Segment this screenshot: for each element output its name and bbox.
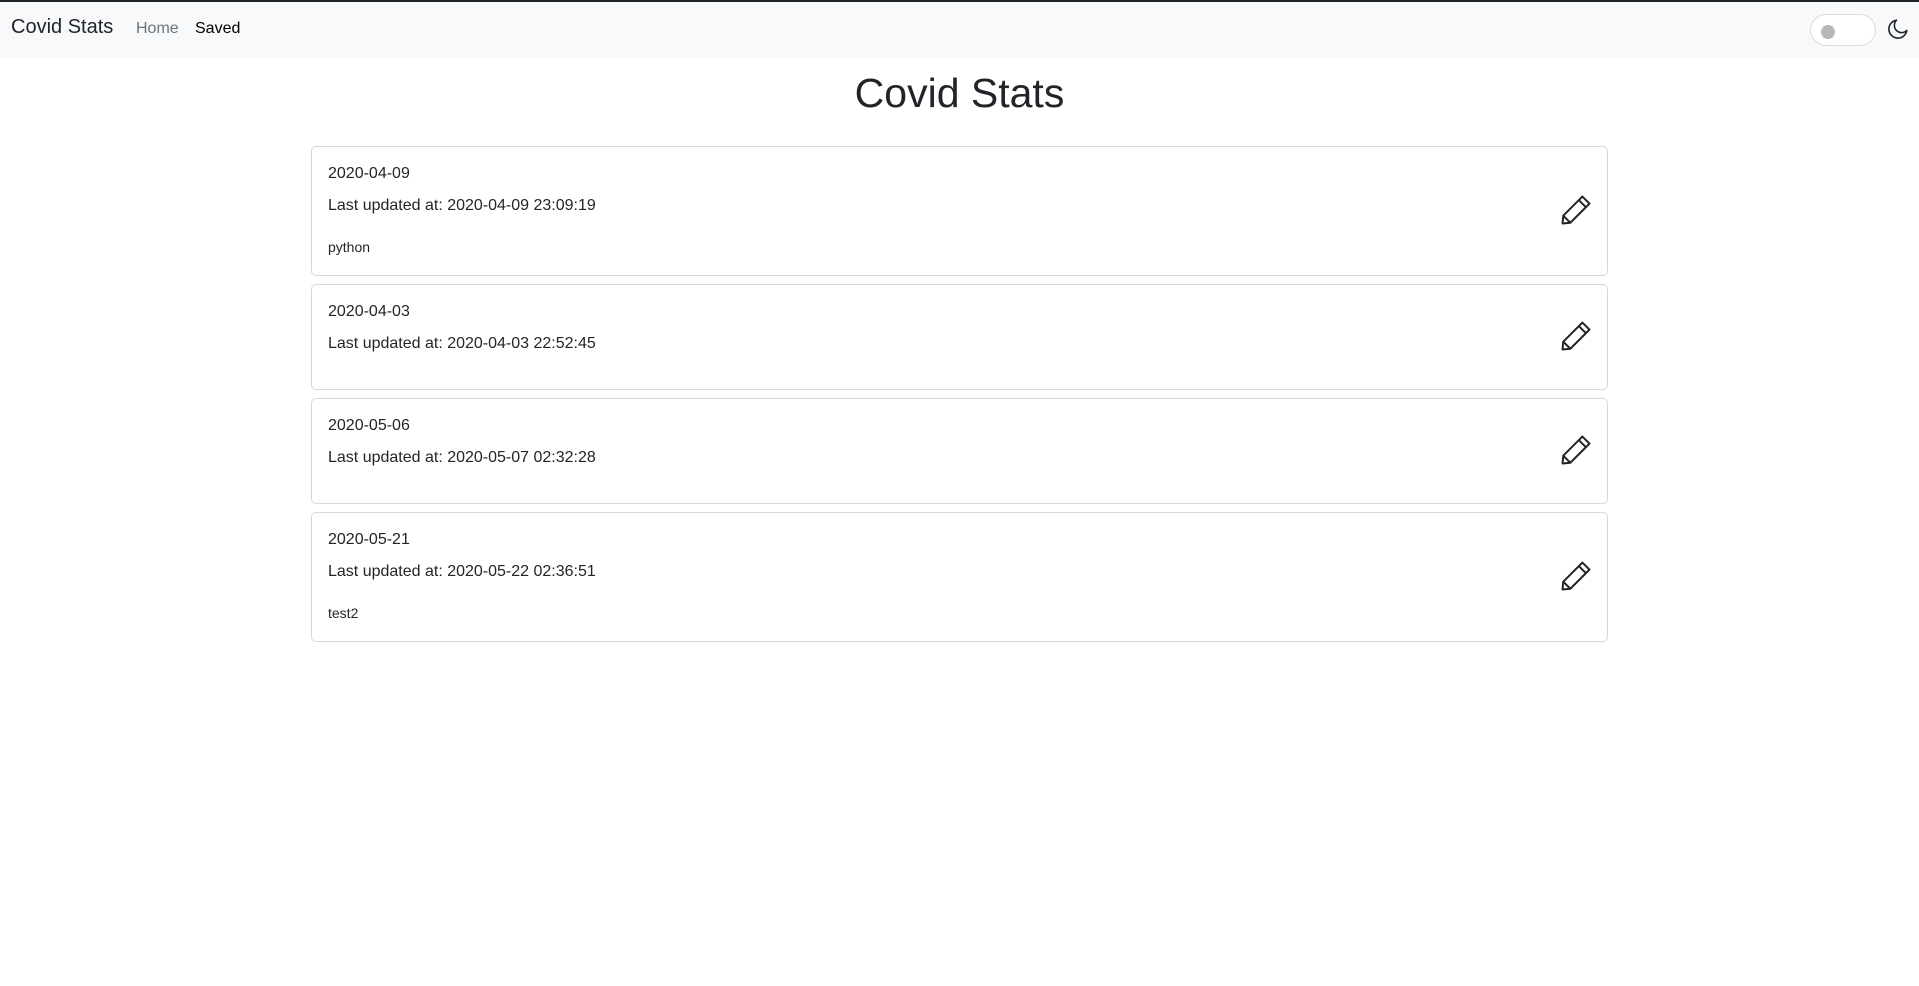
brand-link[interactable]: Covid Stats (11, 16, 113, 39)
card-last-updated: Last updated at: 2020-04-03 22:52:45 (328, 335, 596, 352)
moon-icon (1888, 19, 1908, 39)
card-date: 2020-05-06 (328, 417, 410, 434)
card-note: test2 (328, 605, 359, 621)
pencil-icon[interactable] (1559, 433, 1593, 467)
card-last-updated: Last updated at: 2020-05-07 02:32:28 (328, 449, 596, 466)
pencil-icon[interactable] (1559, 559, 1593, 593)
card-last-updated: Last updated at: 2020-05-22 02:36:51 (328, 563, 596, 580)
pencil-icon[interactable] (1559, 319, 1593, 353)
dark-mode-toggle[interactable] (1810, 14, 1876, 46)
page-title: Covid Stats (854, 70, 1065, 116)
saved-card: 2020-04-03 Last updated at: 2020-04-03 2… (311, 284, 1608, 390)
card-date: 2020-05-21 (328, 531, 410, 548)
navbar: Covid Stats Home Saved (0, 2, 1919, 58)
nav-link-saved[interactable]: Saved (195, 20, 240, 38)
card-note: python (328, 239, 371, 255)
saved-card: 2020-05-06 Last updated at: 2020-05-07 0… (311, 398, 1608, 504)
pencil-icon[interactable] (1559, 193, 1593, 227)
saved-card: 2020-04-09 Last updated at: 2020-04-09 2… (311, 146, 1608, 276)
toggle-knob (1821, 25, 1835, 39)
card-date: 2020-04-09 (328, 165, 410, 182)
card-last-updated: Last updated at: 2020-04-09 23:09:19 (328, 197, 596, 214)
saved-card: 2020-05-21 Last updated at: 2020-05-22 0… (311, 512, 1608, 642)
nav-link-home[interactable]: Home (136, 20, 179, 38)
card-date: 2020-04-03 (328, 303, 410, 320)
